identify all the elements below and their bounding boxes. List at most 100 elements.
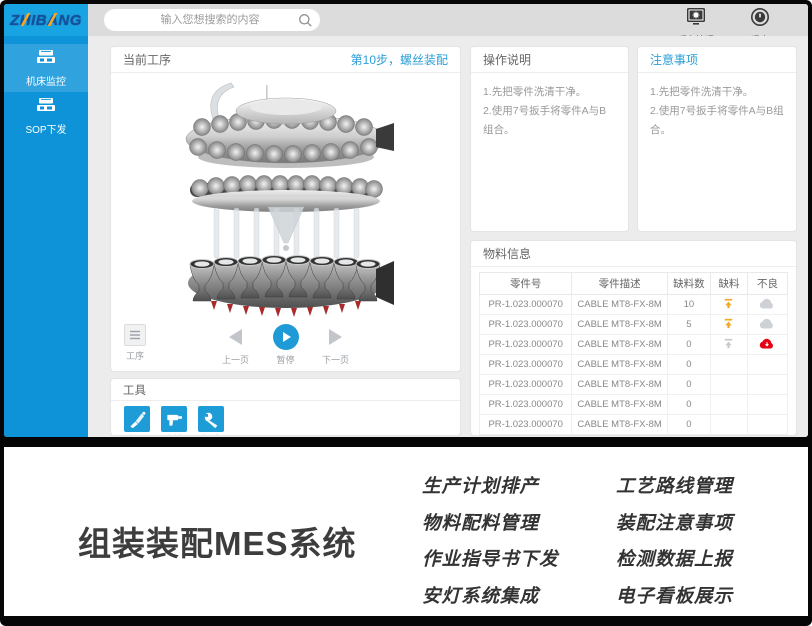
current-process-panel: 当前工序 第10步，螺丝装配 [110,46,461,372]
table-row: PR-1.023.000070CABLE MT8-FX-8M0 [480,355,788,375]
arrow-left-icon [229,329,242,345]
part-desc-cell: CABLE MT8-FX-8M [572,335,667,355]
feature-item: 工艺路线管理 [616,472,733,498]
part-desc-cell: CABLE MT8-FX-8M [572,295,667,315]
table-row: PR-1.023.000070CABLE MT8-FX-8M10 [480,295,788,315]
arrow-right-icon [329,329,342,345]
feature-item: 安灯系统集成 [422,582,539,608]
defect-icon-cell [747,395,787,415]
precautions-panel: 注意事项 1.先把零件洗清干净。 2.使用7号扳手将零件A与B组合。 [637,46,797,232]
feature-item: 装配注意事项 [616,509,733,535]
materials-table: 零件号 零件描述 缺料数 缺料 不良 PR-1.023.000070CABLE … [479,272,788,435]
logo: ZHIBANG [4,4,88,36]
defect-cloud-icon [759,318,775,329]
shortage-qty-cell: 0 [667,415,710,435]
wrench-icon [201,409,221,429]
table-row: PR-1.023.000070CABLE MT8-FX-8M0 [480,395,788,415]
main-content: 当前工序 第10步，螺丝装配 [88,36,808,437]
process-list-button[interactable] [124,324,146,346]
part-desc-cell: CABLE MT8-FX-8M [572,315,667,335]
defect-icon-cell[interactable] [747,295,787,315]
table-row: PR-1.023.000070CABLE MT8-FX-8M0 [480,375,788,395]
tool-label: 电钻 [165,433,182,436]
defect-icon-cell [747,415,787,435]
part-no-cell: PR-1.023.000070 [480,355,572,375]
instruction-line: 2.使用7号扳手将零件A与B组合。 [483,102,616,140]
defect-cloud-icon [759,298,775,309]
list-icon [129,329,141,341]
defect-icon-cell[interactable] [747,315,787,335]
feature-item: 作业指导书下发 [422,545,559,571]
defect-cloud-icon [759,338,775,349]
sidebar-item-label: 机床监控 [26,73,66,88]
shortage-icon-cell[interactable] [710,335,747,355]
table-row: PR-1.023.000070CABLE MT8-FX-8M5 [480,315,788,335]
column-header: 零件号 [480,273,572,295]
shortage-icon-cell [710,355,747,375]
column-header: 缺料数 [667,273,710,295]
defect-icon-cell [747,375,787,395]
tool-label: 起子 [128,433,145,436]
table-row: PR-1.023.000070CABLE MT8-FX-8M0 [480,335,788,355]
part-no-cell: PR-1.023.000070 [480,415,572,435]
column-header: 不良 [747,273,787,295]
sidebar-item-machine-monitor[interactable]: 机床监控 [4,44,88,92]
column-header: 零件描述 [572,273,667,295]
panel-title: 当前工序 [123,51,171,68]
panel-title: 物料信息 [483,245,531,262]
panel-title: 注意事项 [650,51,698,68]
play-icon [283,332,291,342]
search-bar [104,9,320,31]
topbar: ZHIBANG [4,4,808,36]
feature-item: 电子看板展示 [616,582,733,608]
machine-icon [35,96,57,118]
feature-item: 生产计划排产 [422,472,539,498]
tool-screwdriver-button[interactable] [124,406,150,432]
sidebar-item-sop[interactable]: SOP下发 [4,92,88,140]
table-row: PR-1.023.000070CABLE MT8-FX-8M0 [480,415,788,435]
panel-title: 工具 [123,382,146,398]
admin-monitor-gear-icon [684,7,708,32]
prev-page-button[interactable] [229,324,242,350]
step-info: 第10步，螺丝装配 [351,51,448,68]
shortage-qty-cell: 0 [667,335,710,355]
tools-panel: 工具 起子 [110,378,461,436]
shortage-upload-icon [722,317,735,330]
tool-wrench-button[interactable] [198,406,224,432]
shortage-icon-cell[interactable] [710,295,747,315]
operation-instructions-panel: 操作说明 1.先把零件洗清干净。 2.使用7号扳手将零件A与B组合。 [470,46,629,232]
shortage-icon-cell[interactable] [710,315,747,335]
column-header: 缺料 [710,273,747,295]
tool-drill-button[interactable] [161,406,187,432]
search-icon[interactable] [290,13,320,28]
search-input[interactable] [104,9,290,31]
topbar-background: 后台管理 退出 [88,4,808,36]
page-frame: ZHIBANG [0,0,812,626]
footer-title: 组装装配MES系统 [78,517,357,565]
next-page-button[interactable] [329,324,342,350]
part-no-cell: PR-1.023.000070 [480,375,572,395]
table-header-row: 零件号 零件描述 缺料数 缺料 不良 [480,273,788,295]
process-button-label: 工序 [126,349,144,362]
sidebar-item-label: SOP下发 [25,121,66,136]
defect-icon-cell[interactable] [747,335,787,355]
pause-play-button[interactable] [273,324,299,350]
shortage-icon-cell [710,395,747,415]
pause-label: 暂停 [276,353,294,366]
part-desc-cell: CABLE MT8-FX-8M [572,415,667,435]
panel-title: 操作说明 [483,51,531,68]
instruction-line: 1.先把零件洗清干净。 [483,83,616,102]
part-desc-cell: CABLE MT8-FX-8M [572,355,667,375]
feature-item: 物料配料管理 [422,509,539,535]
app-window: ZHIBANG [4,4,808,437]
part-no-cell: PR-1.023.000070 [480,315,572,335]
precaution-line: 2.使用7号扳手将零件A与B组合。 [650,102,784,140]
machine-icon [35,48,57,70]
defect-icon-cell [747,355,787,375]
drill-icon [164,409,184,429]
shortage-qty-cell: 0 [667,395,710,415]
screwdriver-icon [127,409,147,429]
shortage-icon-cell [710,375,747,395]
sidebar: 机床监控 SOP下发 [4,36,88,437]
part-no-cell: PR-1.023.000070 [480,335,572,355]
